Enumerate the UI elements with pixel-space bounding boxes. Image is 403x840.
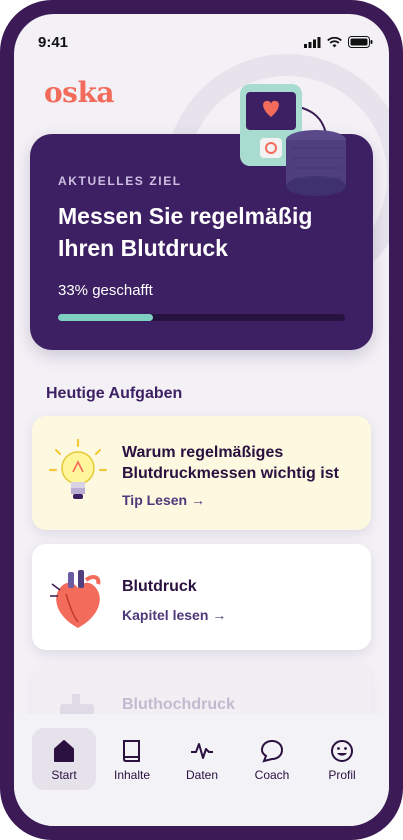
task-title: Blutdruck: [122, 578, 197, 595]
tab-start[interactable]: Start: [32, 728, 96, 790]
goal-kicker: AKTUELLES ZIEL: [58, 174, 182, 188]
bottom-tab-bar: Start Inhalte Daten Coach Profil: [14, 714, 389, 826]
goal-title: Messen Sie regelmäßig Ihren Blutdruck: [58, 203, 313, 261]
smiley-icon: [331, 740, 353, 762]
app-screen: 9:41 oska AKTUELLES ZIEL Messen Sie rege…: [14, 14, 389, 826]
battery-icon: [348, 36, 373, 48]
tab-label: Start: [51, 768, 77, 782]
tab-label: Coach: [254, 768, 290, 782]
tab-label: Profil: [328, 768, 356, 782]
read-chapter-link[interactable]: Kapitel lesen →: [122, 607, 226, 623]
tab-daten[interactable]: Daten: [170, 728, 234, 790]
goal-progress-text: 33% geschafft: [58, 282, 153, 299]
chat-icon: [260, 739, 284, 763]
tab-label: Inhalte: [113, 768, 151, 782]
wifi-icon: [327, 36, 342, 47]
goal-progress-bar: [58, 314, 345, 321]
tab-inhalte[interactable]: Inhalte: [100, 728, 164, 790]
signal-icon: [304, 36, 321, 48]
heart-icon: [50, 570, 101, 628]
status-icons: [304, 36, 373, 48]
pulse-icon: [191, 743, 213, 759]
book-icon: [123, 740, 140, 762]
tab-profil[interactable]: Profil: [310, 728, 374, 790]
task-title: Bluthochdruck: [122, 696, 235, 713]
tab-label: Daten: [185, 768, 219, 782]
lightbulb-icon: [48, 438, 108, 499]
status-time: 9:41: [38, 34, 69, 51]
task-title: Warum regelmäßiges Blutdruckmessen wicht…: [122, 444, 339, 482]
tasks-section-title: Heutige Aufgaben: [46, 385, 183, 402]
tab-coach[interactable]: Coach: [240, 728, 304, 790]
oska-logo: oska: [44, 76, 114, 109]
blood-pressure-monitor-icon: [240, 84, 346, 196]
phone-frame: 9:41 oska AKTUELLES ZIEL Messen Sie rege…: [0, 0, 403, 840]
task-card-tip[interactable]: Warum regelmäßiges Blutdruckmessen wicht…: [32, 416, 371, 530]
read-tip-link[interactable]: Tip Lesen →: [122, 492, 205, 508]
task-card-chapter[interactable]: Blutdruck Kapitel lesen →: [32, 544, 371, 650]
home-icon: [54, 740, 74, 762]
goal-progress-fill: [58, 314, 153, 321]
